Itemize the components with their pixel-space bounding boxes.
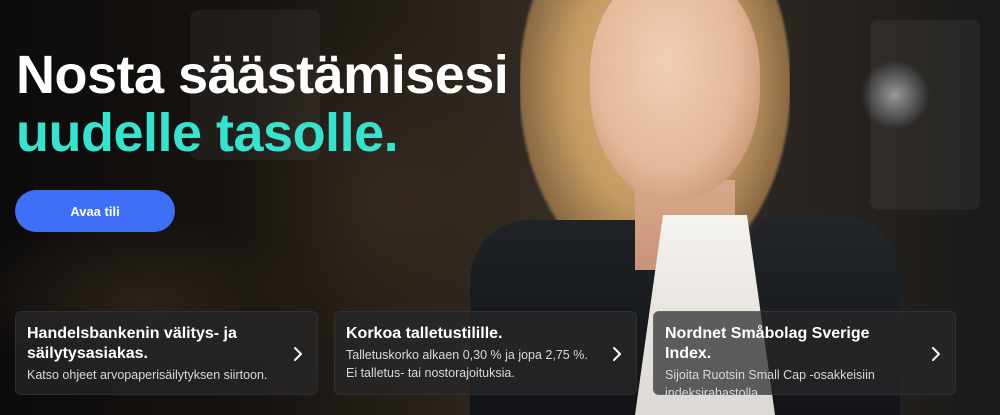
hero-headline-line1: Nosta säästämisesi [16,45,509,105]
hero-section: Nosta säästämisesi uudelle tasolle. Avaa… [0,0,1000,415]
card-title: Handelsbankenin välitys- ja säilytysasia… [27,325,237,362]
hero-headline-line2: uudelle tasolle. [16,103,399,163]
card-description: Katso ohjeet arvopaperisäilytyksen siirt… [27,368,268,382]
card-title: Korkoa talletustilille. [346,325,503,342]
chevron-right-icon [932,347,940,361]
card-title: Nordnet Småbolag Sverige Index. [665,325,870,362]
card-description: Sijoita Ruotsin Small Cap -osakkeisiin i… [665,368,875,400]
open-account-button[interactable]: Avaa tili [15,190,175,232]
promo-card-nordnet-index[interactable]: Nordnet Småbolag Sverige Index. Sijoita … [653,311,956,400]
promo-card-handelsbanken[interactable]: Handelsbankenin välitys- ja säilytysasia… [15,311,318,395]
chevron-right-icon [294,347,302,361]
chevron-right-icon [613,347,621,361]
card-description: Talletuskorko alkaen 0,30 % ja jopa 2,75… [346,348,588,380]
promo-card-deposit-interest[interactable]: Korkoa talletustilille. Talletuskorko al… [334,311,637,395]
hero-headline: Nosta säästämisesi uudelle tasolle. [16,45,509,163]
